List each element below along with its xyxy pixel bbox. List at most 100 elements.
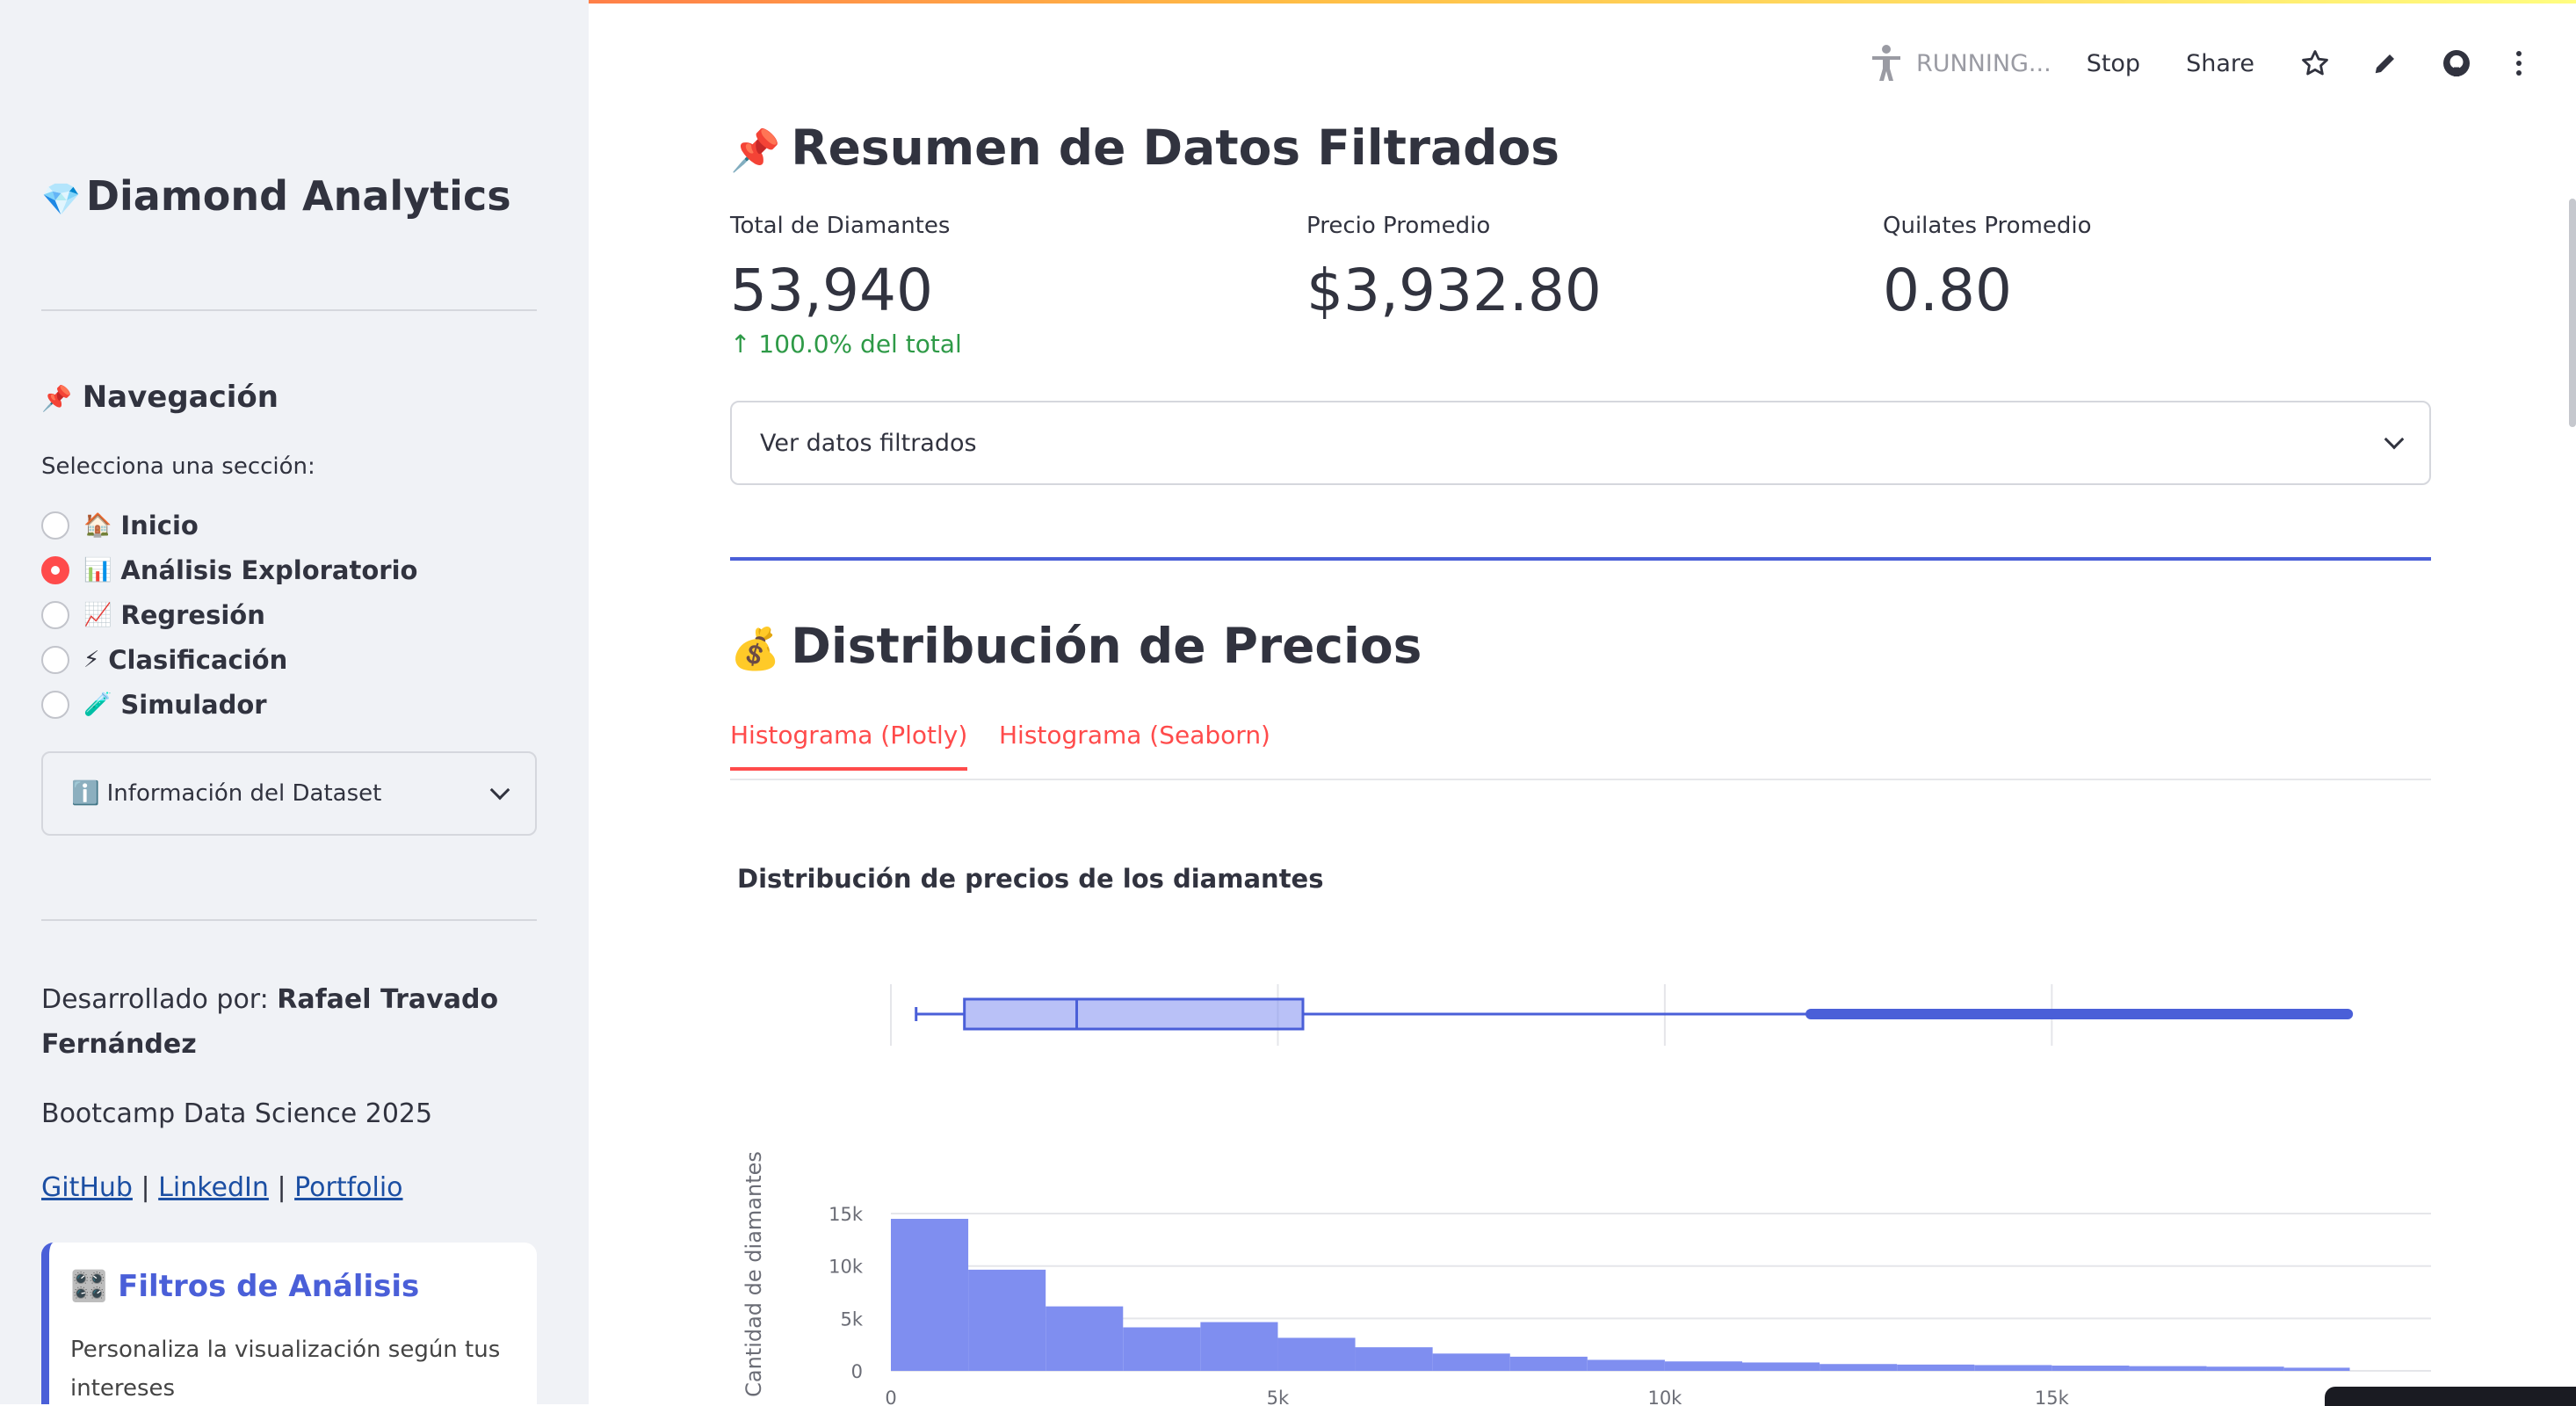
chevron-down-icon xyxy=(2384,429,2405,450)
app-title: 💎 Diamond Analytics xyxy=(41,172,511,220)
tab-histograma-plotly[interactable]: Histograma (Plotly) xyxy=(730,721,968,771)
histogram-bar[interactable] xyxy=(1123,1327,1201,1371)
dataset-info-label: ℹ️ Información del Dataset xyxy=(71,780,382,807)
radio-button[interactable] xyxy=(41,600,69,629)
app-toolbar: RUNNING... Stop Share xyxy=(1869,39,2576,88)
metric-label: Precio Promedio xyxy=(1306,213,1491,239)
metric-value: 0.80 xyxy=(1883,257,2012,324)
scrollbar-thumb[interactable] xyxy=(2569,199,2576,427)
histogram-bar[interactable] xyxy=(1046,1306,1124,1371)
nav-item-label: Análisis Exploratorio xyxy=(120,554,418,585)
chevron-down-icon xyxy=(489,779,510,801)
chart-tabs: Histograma (Plotly) Histograma (Seaborn) xyxy=(730,721,2431,780)
diamond-icon: 💎 xyxy=(41,182,81,218)
money-bag-icon: 💰 xyxy=(730,625,781,672)
nav-prompt: Selecciona una sección: xyxy=(41,453,315,480)
star-icon[interactable] xyxy=(2300,48,2330,78)
bar-chart-icon: 📊 xyxy=(83,556,112,583)
y-tick-label: 5k xyxy=(840,1308,863,1330)
nav-item-simulador[interactable]: 🧪 Simulador xyxy=(41,682,417,727)
histogram-bar[interactable] xyxy=(1355,1347,1433,1371)
section-divider xyxy=(730,557,2431,561)
radio-button[interactable] xyxy=(41,511,69,540)
pushpin-icon: 📌 xyxy=(41,384,72,413)
status-toast xyxy=(2325,1387,2576,1406)
x-tick-label: 5k xyxy=(1267,1388,1290,1406)
chart-title: Distribución de precios de los diamantes xyxy=(737,864,1323,894)
radio-button-selected[interactable] xyxy=(41,555,69,584)
histogram-bar[interactable] xyxy=(968,1269,1046,1371)
histogram-bar[interactable] xyxy=(1897,1364,1975,1371)
metric-label: Quilates Promedio xyxy=(1883,213,2092,239)
metric-value: 53,940 xyxy=(730,257,933,324)
github-icon[interactable] xyxy=(2441,47,2472,79)
filtered-data-expander[interactable]: Ver datos filtrados xyxy=(730,401,2431,485)
dataset-info-expander[interactable]: ℹ️ Información del Dataset xyxy=(41,751,537,836)
metric-precio-promedio: Precio Promedio $3,932.80 xyxy=(1306,213,1602,324)
distribution-heading: 💰 Distribución de Precios xyxy=(730,618,1422,674)
histogram-bar[interactable] xyxy=(2283,1367,2350,1371)
metric-delta: ↑ 100.0% del total xyxy=(730,330,962,359)
box-iqr[interactable] xyxy=(963,997,1305,1031)
more-vertical-icon[interactable] xyxy=(2514,50,2523,76)
histogram-svg[interactable]: Distribución de precios de los diamantes… xyxy=(589,844,2576,1406)
sidebar-divider xyxy=(41,309,537,311)
histogram-bars[interactable] xyxy=(891,1219,2350,1371)
nav-item-analisis-exploratorio[interactable]: 📊 Análisis Exploratorio xyxy=(41,547,417,592)
nav-item-label: Regresión xyxy=(120,599,265,630)
sidebar: 💎 Diamond Analytics 📌 Navegación Seleccio… xyxy=(0,0,589,1404)
histogram-bar[interactable] xyxy=(1664,1361,1742,1371)
histogram-bar[interactable] xyxy=(1432,1353,1510,1371)
histogram-bar[interactable] xyxy=(1820,1364,1898,1371)
linkedin-link[interactable]: LinkedIn xyxy=(158,1172,269,1203)
lightning-icon: ⚡ xyxy=(83,646,100,673)
price-boxplot[interactable] xyxy=(915,997,2354,1031)
metric-total-diamantes: Total de Diamantes 53,940 ↑ 100.0% del t… xyxy=(730,213,962,359)
chart-increasing-icon: 📈 xyxy=(83,601,112,628)
running-person-icon xyxy=(1871,45,1900,81)
nav-item-label: Clasificación xyxy=(108,644,288,675)
x-tick-label: 0 xyxy=(885,1388,896,1406)
stop-button[interactable]: Stop xyxy=(2087,50,2140,77)
histogram-bar[interactable] xyxy=(2129,1366,2207,1371)
histogram-bar[interactable] xyxy=(2206,1366,2284,1371)
histogram-bar[interactable] xyxy=(1277,1337,1356,1371)
social-links: GitHub | LinkedIn | Portfolio xyxy=(41,1172,403,1203)
nav-item-regresion[interactable]: 📈 Regresión xyxy=(41,592,417,637)
histogram-bar[interactable] xyxy=(2051,1366,2130,1371)
histogram-bar[interactable] xyxy=(1200,1322,1278,1371)
radio-button[interactable] xyxy=(41,690,69,719)
histogram-bar[interactable] xyxy=(1974,1365,2052,1371)
histogram-bar[interactable] xyxy=(891,1219,969,1371)
histogram-bar[interactable] xyxy=(1587,1359,1665,1371)
summary-heading: 📌 Resumen de Datos Filtrados xyxy=(730,120,1559,176)
price-histogram-chart[interactable]: Distribución de precios de los diamantes… xyxy=(589,844,2576,1406)
edit-pencil-icon[interactable] xyxy=(2372,50,2399,76)
x-tick-label: 10k xyxy=(1647,1388,1682,1406)
nav-heading: 📌 Navegación xyxy=(41,380,279,415)
histogram-bar[interactable] xyxy=(1509,1356,1588,1371)
radio-button[interactable] xyxy=(41,645,69,674)
tab-histograma-seaborn[interactable]: Histograma (Seaborn) xyxy=(999,721,1270,767)
y-axis-label: Cantidad de diamantes xyxy=(742,1151,766,1397)
filters-title: 🎛️ Filtros de Análisis xyxy=(70,1269,420,1304)
nav-radio-group: 🏠 Inicio 📊 Análisis Exploratorio 📈 Regre… xyxy=(41,503,417,727)
sidebar-divider xyxy=(41,919,537,921)
y-tick-label: 0 xyxy=(851,1361,863,1382)
share-button[interactable]: Share xyxy=(2186,50,2254,77)
arrow-up-icon: ↑ xyxy=(730,330,751,359)
filters-subtitle: Personaliza la visualización según tus i… xyxy=(70,1337,501,1402)
nav-item-inicio[interactable]: 🏠 Inicio xyxy=(41,503,417,547)
bootcamp-text: Bootcamp Data Science 2025 xyxy=(41,1098,433,1129)
x-tick-label: 15k xyxy=(2035,1388,2070,1406)
nav-item-label: Simulador xyxy=(120,689,267,720)
portfolio-link[interactable]: Portfolio xyxy=(294,1172,402,1203)
main-content: RUNNING... Stop Share 📌 Resumen de Datos … xyxy=(589,0,2576,1406)
github-link[interactable]: GitHub xyxy=(41,1172,133,1203)
nav-item-clasificacion[interactable]: ⚡ Clasificación xyxy=(41,637,417,682)
histogram-bar[interactable] xyxy=(1741,1362,1820,1371)
metric-value: $3,932.80 xyxy=(1306,257,1602,324)
house-icon: 🏠 xyxy=(83,511,112,539)
test-tube-icon: 🧪 xyxy=(83,691,112,718)
developer-credit: Desarrollado por: Rafael Travado Fernánd… xyxy=(41,984,499,1060)
